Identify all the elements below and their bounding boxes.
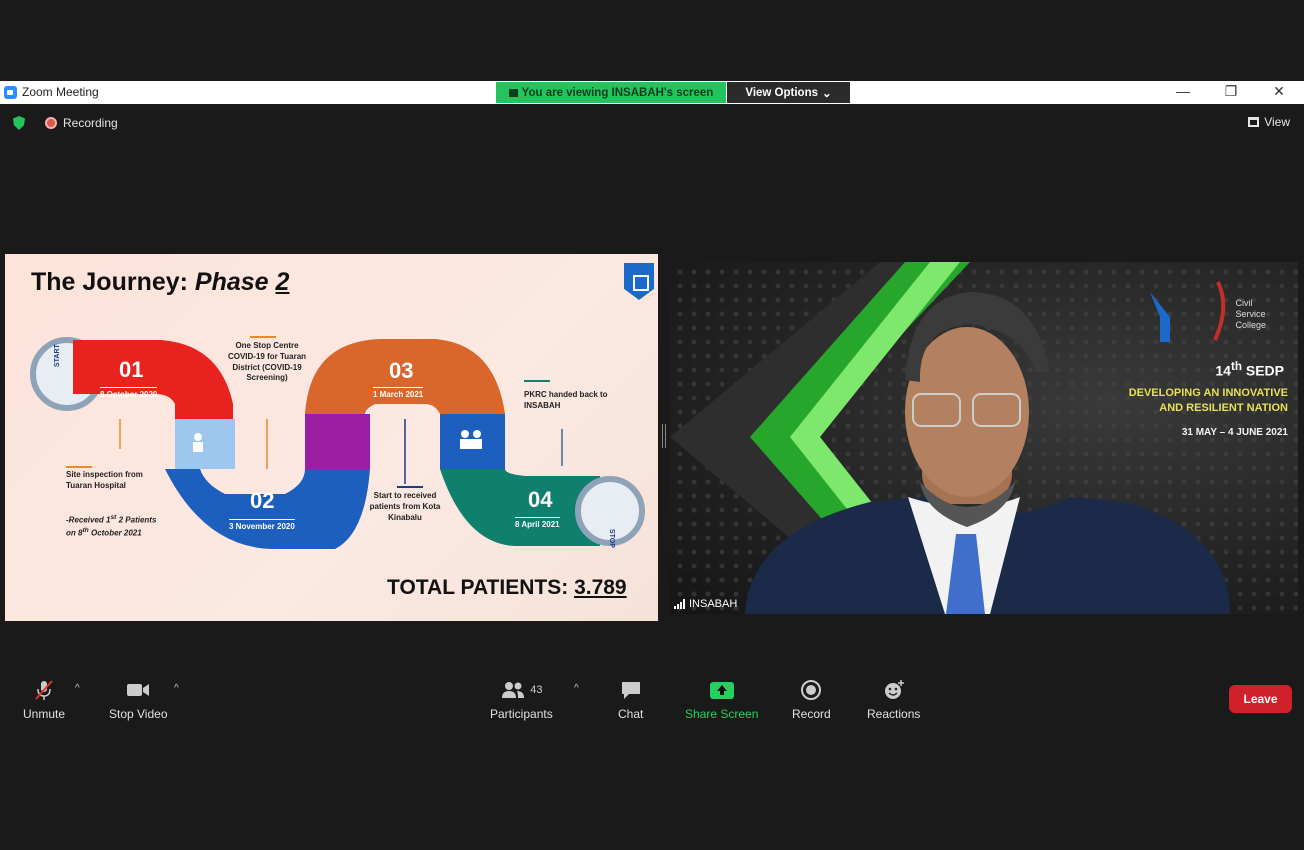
note-start-received: Start to received patients from Kota Kin…	[369, 491, 441, 522]
note-accent-03	[397, 486, 423, 488]
event-date: 31 MAY – 4 JUNE 2021	[1181, 427, 1288, 438]
stop-video-label: Stop Video	[109, 707, 168, 721]
video-options-caret[interactable]: ^	[174, 683, 179, 694]
group-icon	[461, 430, 469, 438]
event-title-sup: th	[1230, 360, 1242, 373]
title-bar: Zoom Meeting You are viewing INSABAH's s…	[0, 81, 1304, 104]
step-01-number: 01	[119, 357, 144, 382]
zoom-window: Zoom Meeting You are viewing INSABAH's s…	[0, 0, 1304, 850]
unmute-button[interactable]: Unmute	[23, 679, 65, 721]
note-received-c: October 2021	[88, 529, 142, 539]
app-title: Zoom Meeting	[4, 85, 99, 99]
participants-label: Participants	[490, 707, 553, 721]
group-icon-2	[473, 430, 481, 438]
participant-name-tag: INSABAH	[674, 598, 737, 610]
note-accent-01	[66, 466, 92, 468]
banner-text: You are viewing INSABAH's screen	[521, 86, 714, 99]
note-received-patients: -Received 1st 2 Patients on 8th October …	[66, 513, 156, 540]
stop-label: STOP	[608, 529, 615, 548]
unmute-label: Unmute	[23, 707, 66, 721]
backdrop-crest-logo	[1150, 292, 1170, 342]
viewing-screen-banner: You are viewing INSABAH's screen	[496, 82, 726, 103]
step-01-icon-panel	[175, 419, 235, 469]
reactions-button[interactable]: Reactions	[867, 679, 920, 721]
close-button[interactable]: ✕	[1269, 83, 1289, 100]
step-03-date: 1 March 2021	[373, 387, 424, 399]
view-options-button[interactable]: View Options ⌄	[727, 82, 850, 103]
person-icon-body	[193, 442, 203, 452]
total-patients: TOTAL PATIENTS: 3.789	[387, 576, 627, 600]
muted-microphone-icon	[35, 680, 53, 700]
reactions-label: Reactions	[867, 707, 921, 721]
video-backdrop-graphic	[670, 262, 1230, 614]
note-site-inspection: Site inspection from Tuaran Hospital	[66, 470, 143, 490]
chevron-down-icon: ⌄	[822, 87, 832, 100]
minimize-button[interactable]: —	[1173, 83, 1193, 99]
zoom-logo-icon	[4, 85, 17, 99]
view-button[interactable]: View	[1248, 115, 1290, 129]
step-01-date: 8 October 2020	[100, 387, 158, 399]
note-accent-04	[524, 380, 550, 382]
step-02-connector	[305, 414, 370, 469]
event-title-rest: SEDP	[1241, 362, 1284, 379]
note-received-a: -Received 1	[66, 515, 111, 525]
audio-options-caret[interactable]: ^	[75, 683, 80, 694]
shield-icon	[13, 116, 25, 130]
recording-status[interactable]: Recording	[45, 116, 118, 130]
recording-label: Recording	[63, 116, 118, 130]
share-screen-icon	[709, 682, 734, 699]
record-icon	[801, 680, 822, 700]
total-patients-label: TOTAL PATIENTS:	[387, 576, 575, 599]
note-accent-02	[250, 336, 276, 338]
step-03-number: 03	[389, 358, 414, 383]
record-label: Record	[792, 707, 831, 721]
participants-icon-group: 43	[500, 679, 542, 701]
participant-count: 43	[530, 684, 543, 696]
step-04-number: 04	[528, 487, 553, 512]
participant-video[interactable]: Civil Service College 14th SEDP DEVELOPI…	[670, 262, 1298, 614]
event-subtitle: DEVELOPING AN INNOVATIVE AND RESILIENT N…	[1128, 387, 1288, 415]
view-label: View	[1264, 115, 1290, 129]
event-title-number: 14	[1215, 362, 1231, 379]
step-02-date: 3 November 2020	[229, 519, 295, 531]
leave-button[interactable]: Leave	[1229, 685, 1292, 713]
share-screen-label: Share Screen	[685, 707, 759, 721]
event-title: 14th SEDP	[1215, 360, 1284, 379]
video-camera-icon	[127, 684, 150, 696]
start-label: START	[54, 344, 61, 367]
chat-label: Chat	[618, 707, 644, 721]
signal-strength-icon	[674, 599, 685, 609]
note-one-stop-centre: One Stop Centre COVID-19 for Tuaran Dist…	[227, 341, 307, 383]
chat-bubble-icon	[621, 682, 640, 699]
civil-service-college-text: Civil Service College	[1235, 298, 1266, 330]
security-status[interactable]	[13, 116, 25, 130]
journey-ribbon-graphic	[30, 337, 645, 549]
recording-icon	[45, 117, 57, 129]
step-04-date: 8 April 2021	[515, 517, 560, 529]
participants-button[interactable]: 43 Participants	[490, 679, 553, 721]
civil-service-college-logo	[1213, 281, 1226, 341]
screen-share-icon	[508, 88, 518, 97]
shared-screen: The Journey: Phase 2 START STOP 01 8 Oct…	[5, 254, 658, 621]
window-title: Zoom Meeting	[22, 85, 99, 99]
step-02-number: 02	[250, 488, 275, 513]
record-button[interactable]: Record	[792, 679, 831, 721]
participants-options-caret[interactable]: ^	[574, 683, 579, 694]
share-screen-button[interactable]: Share Screen	[685, 679, 758, 721]
chat-button[interactable]: Chat	[618, 679, 643, 721]
group-icon-body	[460, 439, 482, 449]
total-patients-value: 3.789	[574, 576, 627, 599]
participant-name: INSABAH	[689, 598, 738, 610]
person-icon	[194, 433, 202, 441]
gallery-view-icon	[1248, 117, 1260, 127]
add-emoji-icon	[884, 680, 904, 699]
view-options-label: View Options	[745, 86, 818, 99]
participants-icon	[502, 682, 525, 698]
note-pkrc-handed-back: PKRC handed back to INSABAH	[524, 390, 608, 410]
stop-video-button[interactable]: Stop Video	[109, 679, 168, 721]
split-view-handle[interactable]	[662, 424, 666, 448]
restore-button[interactable]: ❐	[1221, 83, 1241, 100]
